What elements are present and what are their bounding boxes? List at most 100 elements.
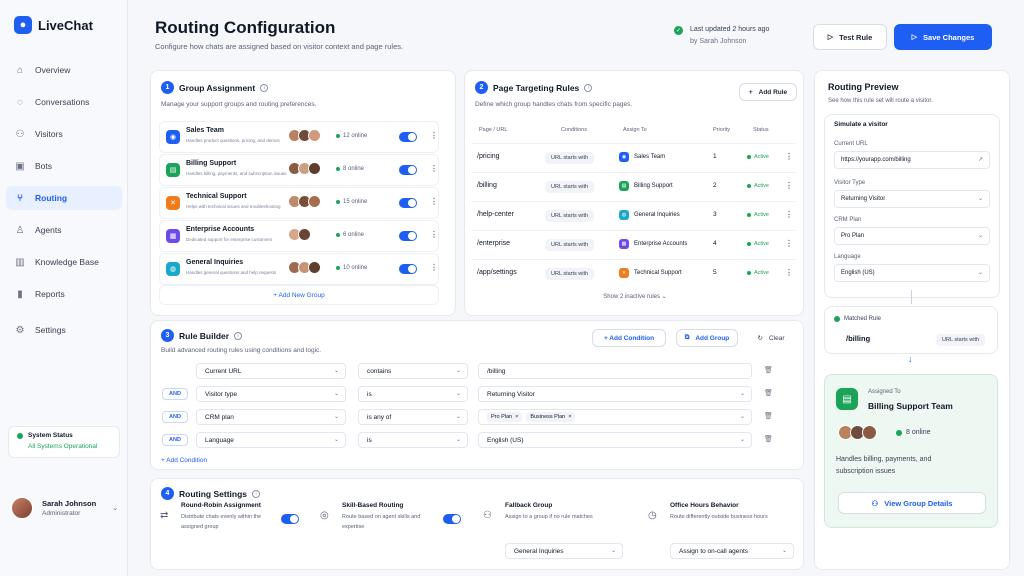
clear-label: Clear xyxy=(768,334,785,342)
more-icon[interactable]: ⋮ xyxy=(785,152,793,161)
more-icon[interactable]: ⋮ xyxy=(430,131,438,140)
add-rule-button[interactable]: + Add Rule xyxy=(739,83,797,101)
round-robin-toggle[interactable] xyxy=(281,514,299,524)
condition-value-input[interactable]: Returning Visitor ⌄ xyxy=(478,386,752,402)
flow-connector xyxy=(911,290,912,304)
add-condition-link[interactable]: + Add Condition xyxy=(161,457,207,464)
group-desc: Handles product questions, pricing, and … xyxy=(186,138,280,143)
table-row[interactable]: /help-center URL starts with ◍ General Inqu… xyxy=(471,201,795,229)
table-row[interactable]: /app/settings URL starts with ✕ Technical S… xyxy=(471,259,795,287)
group-toggle[interactable] xyxy=(399,132,417,142)
condition-operator-select[interactable]: is ⌄ xyxy=(358,386,468,402)
group-row[interactable]: ✕ Technical Support Helps with technical i… xyxy=(159,187,439,219)
group-toggle[interactable] xyxy=(399,264,417,274)
add-new-group-button[interactable]: + Add New Group xyxy=(159,285,439,305)
sidebar-item-knowledge-base[interactable]: ▥ Knowledge Base xyxy=(6,250,122,274)
group-name: Sales Team xyxy=(186,127,225,134)
table-row[interactable]: /billing URL starts with ▤ Billing Support 2… xyxy=(471,172,795,200)
condition-field-select[interactable]: Visitor type ⌄ xyxy=(196,386,346,402)
fallback-group-select[interactable]: General Inquiries ⌄ xyxy=(505,543,623,559)
more-icon[interactable]: ⋮ xyxy=(430,197,438,206)
url-input[interactable]: https://yourapp.com/billing ↗ xyxy=(834,151,990,169)
save-changes-button[interactable]: ▷ Save Changes xyxy=(894,24,992,50)
info-icon[interactable]: i xyxy=(260,83,269,92)
condition-field-select[interactable]: CRM plan ⌄ xyxy=(196,409,346,425)
chevron-down-icon[interactable]: ⌄ xyxy=(112,504,118,512)
sidebar-item-bots[interactable]: ▣ Bots xyxy=(6,154,122,178)
sidebar-item-reports[interactable]: ▮ Reports xyxy=(6,282,122,306)
test-rule-button[interactable]: ▷ Test Rule xyxy=(813,24,887,50)
more-icon[interactable]: ⋮ xyxy=(785,268,793,277)
logo[interactable]: ● LiveChat xyxy=(14,16,93,34)
trash-icon[interactable]: 🗑 xyxy=(764,389,773,397)
sidebar-item-routing[interactable]: ⑂ Routing xyxy=(6,186,122,210)
table-row[interactable]: /enterprise URL starts with ▦ Enterprise Ac… xyxy=(471,230,795,258)
show-inactive-rules[interactable]: Show 2 inactive rules ⌄ xyxy=(465,293,805,300)
add-group-button[interactable]: ⧉ Add Group xyxy=(676,329,738,347)
avatar xyxy=(308,162,321,175)
info-icon[interactable]: i xyxy=(252,489,260,498)
sidebar-item-overview[interactable]: ⌂ Overview xyxy=(6,58,122,82)
skill-based-toggle[interactable] xyxy=(443,514,461,524)
chat-logo-icon: ● xyxy=(14,16,32,34)
clear-button[interactable]: ↻ Clear xyxy=(749,329,793,347)
trash-icon[interactable]: 🗑 xyxy=(764,366,773,374)
group-toggle[interactable] xyxy=(399,198,417,208)
more-icon[interactable]: ⋮ xyxy=(785,181,793,190)
sidebar-item-agents[interactable]: ♙ Agents xyxy=(6,218,122,242)
external-link-icon[interactable]: ↗ xyxy=(978,156,983,163)
more-icon[interactable]: ⋮ xyxy=(785,210,793,219)
condition-value-input[interactable]: English (US) ⌄ xyxy=(478,432,752,448)
group-row[interactable]: ▦ Enterprise Accounts Dedicated support fo… xyxy=(159,220,439,252)
avatar xyxy=(862,425,877,440)
crm-plan-select[interactable]: Pro Plan ⌄ xyxy=(834,227,990,245)
rule-group-name: Sales Team xyxy=(634,154,666,160)
condition-operator-select[interactable]: is ⌄ xyxy=(358,432,468,448)
condition-field-select[interactable]: Current URL ⌄ xyxy=(196,363,346,379)
status-label: Active xyxy=(754,154,769,160)
view-group-details-button[interactable]: ⚇ View Group Details xyxy=(838,492,986,514)
page-targeting-title: Page Targeting Rules xyxy=(493,82,580,93)
info-icon[interactable]: i xyxy=(234,331,243,340)
condition-value-input[interactable]: /billing xyxy=(478,363,752,379)
group-toggle[interactable] xyxy=(399,231,417,241)
and-operator[interactable]: AND xyxy=(162,388,188,400)
more-icon[interactable]: ⋮ xyxy=(430,164,438,173)
condition-value-input[interactable]: Pro Plan × Business Plan × ⌄ xyxy=(478,409,752,425)
trash-icon[interactable]: 🗑 xyxy=(764,435,773,443)
preview-subtitle: See how this rule set will route a visit… xyxy=(828,98,933,104)
office-hours-select[interactable]: Assign to on-call agents ⌄ xyxy=(670,543,794,559)
and-operator[interactable]: AND xyxy=(162,411,188,423)
group-row[interactable]: ◍ General Inquiries Handles general questi… xyxy=(159,253,439,285)
chevron-down-icon: ⌄ xyxy=(739,414,745,420)
and-operator[interactable]: AND xyxy=(162,434,188,446)
more-icon[interactable]: ⋮ xyxy=(430,230,438,239)
agent-avatars xyxy=(288,228,311,241)
sidebar-item-label: Bots xyxy=(35,161,53,171)
sidebar-item-settings[interactable]: ⚙ Settings xyxy=(6,318,122,342)
sidebar-item-conversations[interactable]: ◌ Conversations xyxy=(6,90,122,114)
group-toggle[interactable] xyxy=(399,165,417,175)
info-icon[interactable]: i xyxy=(584,83,593,92)
more-icon[interactable]: ⋮ xyxy=(430,263,438,272)
add-condition-button[interactable]: + Add Condition xyxy=(592,329,666,347)
status-dot-icon xyxy=(747,271,751,275)
visitor-type-select[interactable]: Returning Visitor ⌄ xyxy=(834,190,990,208)
column-header: Status xyxy=(753,127,769,133)
rule-condition: URL starts with xyxy=(545,152,595,164)
more-icon[interactable]: ⋮ xyxy=(785,239,793,248)
user-menu[interactable]: Sarah Johnson Administrator ⌄ xyxy=(10,496,118,520)
condition-operator-select[interactable]: contains ⌄ xyxy=(358,363,468,379)
group-row[interactable]: ◉ Sales Team Handles product questions, pr… xyxy=(159,121,439,153)
group-desc: Dedicated support for enterprise custome… xyxy=(186,237,273,242)
condition-operator-select[interactable]: is any of ⌄ xyxy=(358,409,468,425)
group-row[interactable]: ▤ Billing Support Handles billing, payment… xyxy=(159,154,439,186)
trash-icon[interactable]: 🗑 xyxy=(764,412,773,420)
table-row[interactable]: /pricing URL starts with ◉ Sales Team 1 Activ… xyxy=(471,143,795,171)
condition-field-select[interactable]: Language ⌄ xyxy=(196,432,346,448)
remove-tag-icon[interactable]: × xyxy=(568,414,571,420)
remove-tag-icon[interactable]: × xyxy=(515,414,518,420)
sidebar-item-visitors[interactable]: ⚇ Visitors xyxy=(6,122,122,146)
routing-settings-title: Routing Settings xyxy=(179,488,247,499)
language-select[interactable]: English (US) ⌄ xyxy=(834,264,990,282)
